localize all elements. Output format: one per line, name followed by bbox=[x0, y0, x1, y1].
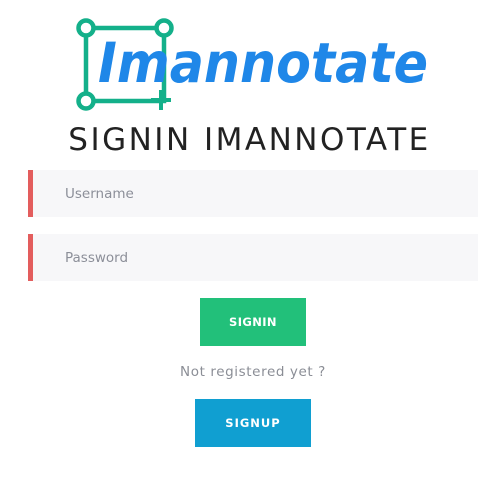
signin-button[interactable]: SIGNIN bbox=[200, 298, 306, 346]
username-field bbox=[28, 170, 478, 217]
logo-graphic: Imannotate bbox=[76, 18, 428, 111]
signup-button[interactable]: SIGNUP bbox=[195, 399, 311, 447]
username-input[interactable] bbox=[33, 170, 478, 217]
page-title: SIGNIN IMANNOTATE bbox=[68, 122, 431, 158]
logo-wordmark: Imannotate bbox=[98, 31, 428, 95]
password-field bbox=[28, 234, 478, 281]
password-input[interactable] bbox=[33, 234, 478, 281]
corner-handle-icon bbox=[76, 18, 96, 38]
corner-handle-icon bbox=[76, 91, 96, 111]
logo: Imannotate bbox=[76, 18, 432, 118]
not-registered-text: Not registered yet ? bbox=[180, 364, 326, 380]
